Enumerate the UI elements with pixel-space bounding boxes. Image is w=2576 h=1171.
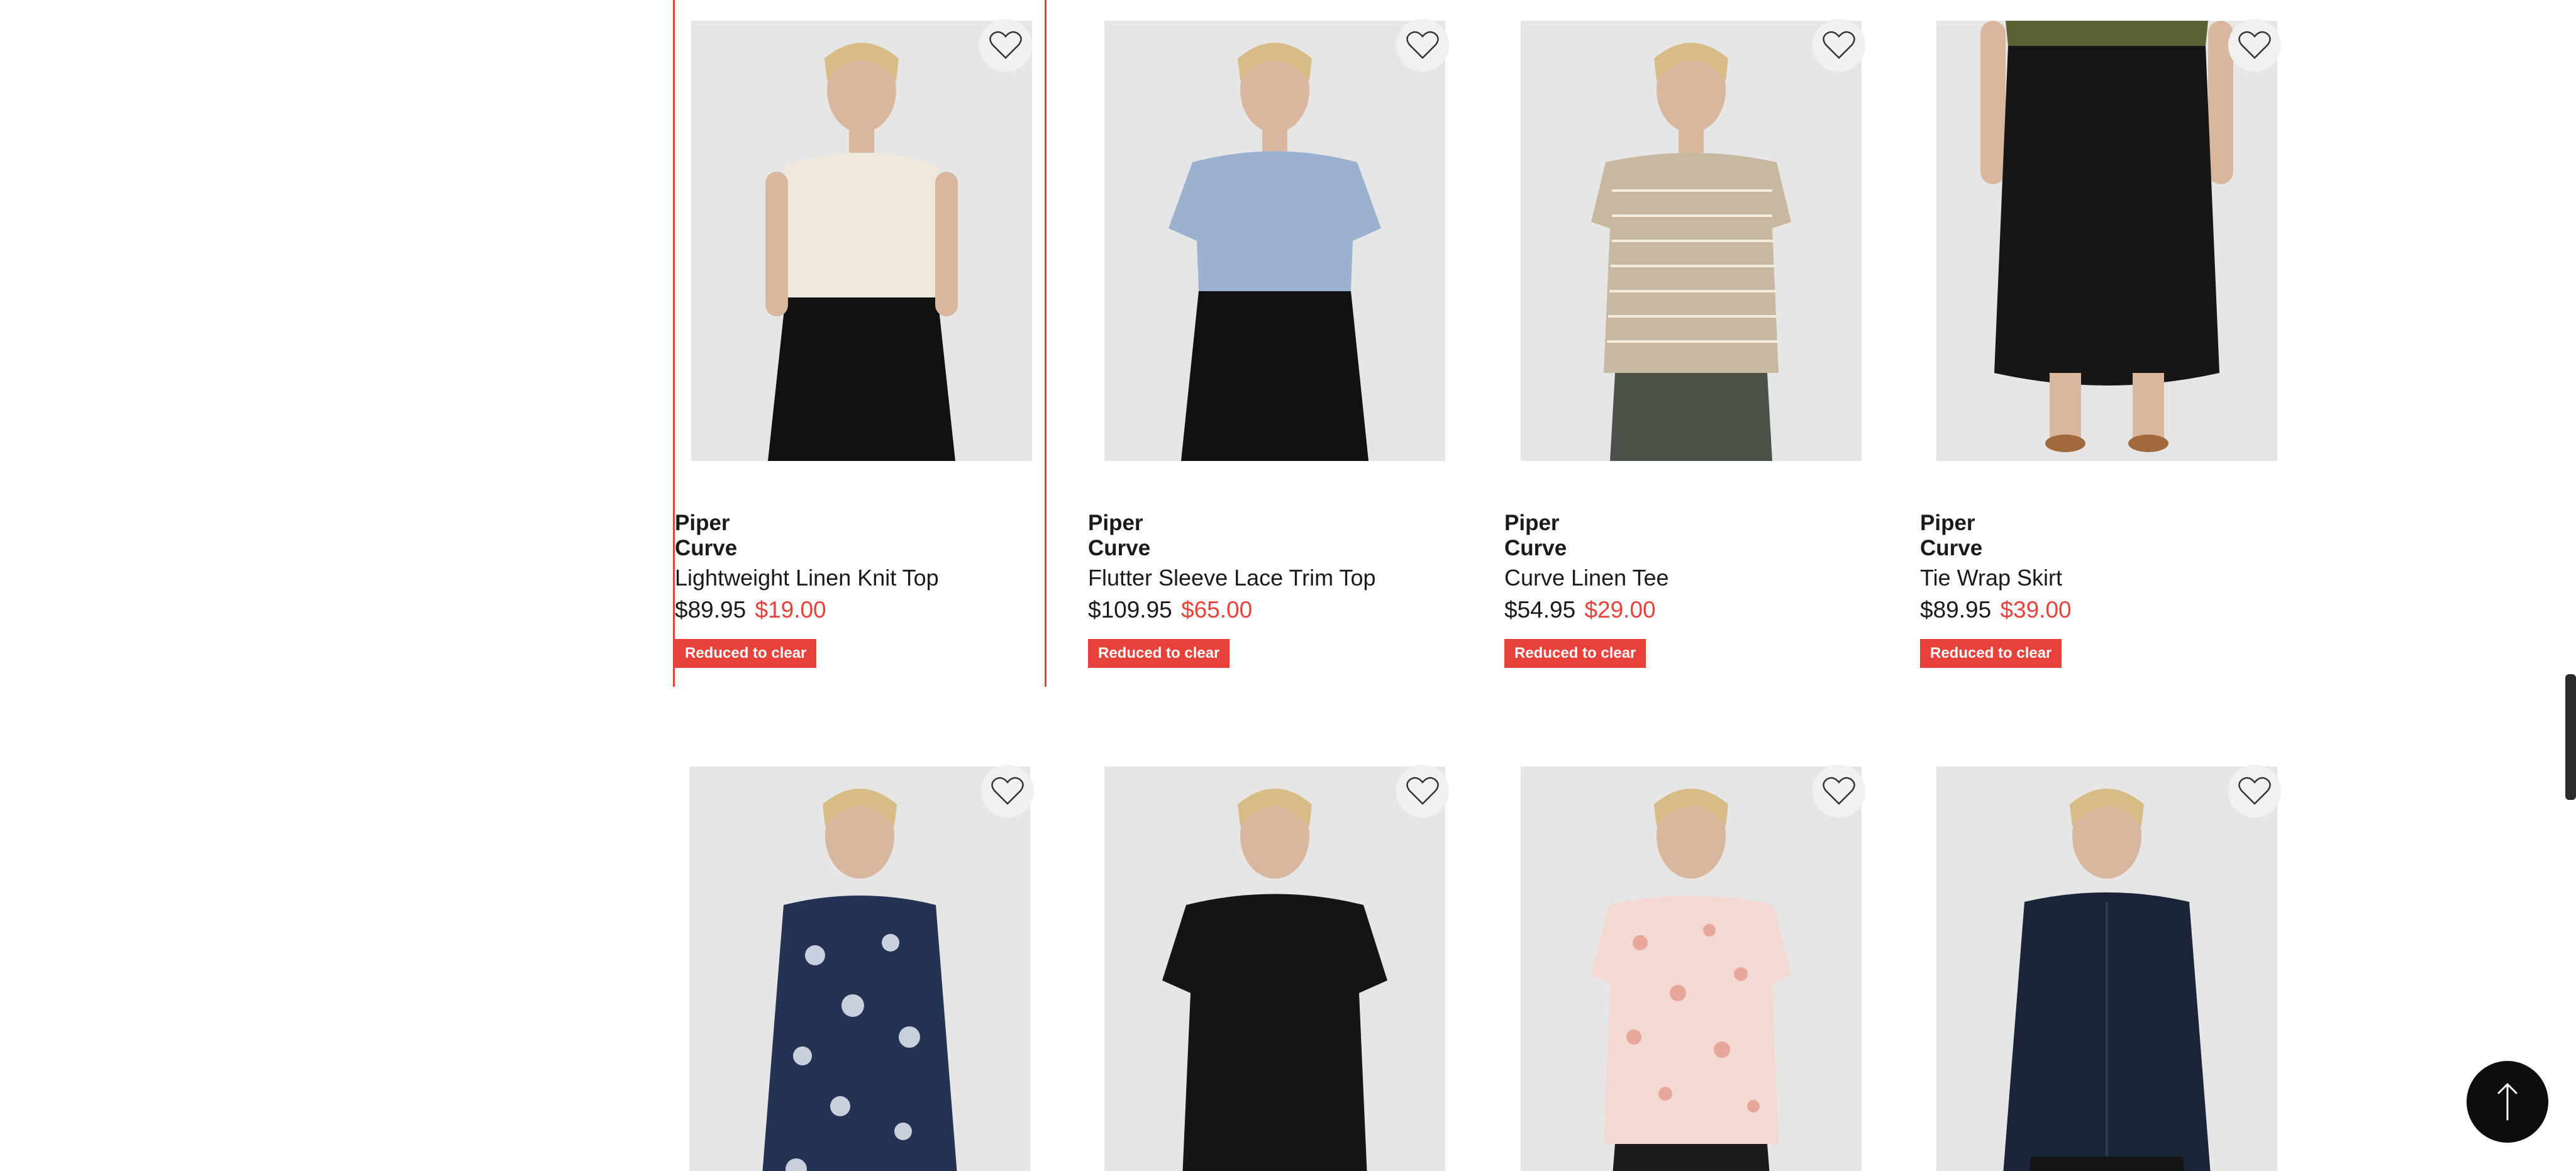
wishlist-heart-icon[interactable] — [1813, 765, 1865, 818]
original-price: $109.95 — [1088, 597, 1172, 623]
reduced-badge: Reduced to clear — [1504, 639, 1646, 668]
product-image[interactable] — [1936, 767, 2277, 1171]
product-grid: Piper Curve Lightweight Linen Knit Top $… — [673, 0, 2333, 1171]
original-price: $54.95 — [1504, 597, 1576, 623]
sale-price: $65.00 — [1181, 597, 1253, 623]
product-image[interactable] — [1521, 767, 1862, 1171]
back-to-top-button[interactable] — [2467, 1061, 2548, 1143]
product-image[interactable] — [1521, 21, 1862, 461]
wishlist-heart-icon[interactable] — [1396, 19, 1449, 72]
product-card[interactable] — [1504, 746, 1878, 1171]
price-row: $89.95 $19.00 — [675, 594, 1048, 626]
product-image[interactable] — [1104, 767, 1445, 1171]
product-card[interactable]: Piper Curve Curve Linen Tee $54.95 $29.0… — [1504, 0, 1878, 687]
wishlist-heart-icon[interactable] — [2228, 765, 2281, 818]
product-card[interactable]: Piper Curve Flutter Sleeve Lace Trim Top… — [1088, 0, 1462, 687]
model-photo — [1104, 767, 1445, 1171]
original-price: $89.95 — [1920, 597, 1992, 623]
wishlist-heart-icon[interactable] — [2228, 19, 2281, 72]
model-photo — [1104, 21, 1445, 461]
wishlist-heart-icon[interactable] — [979, 19, 1032, 72]
brand-name[interactable]: Piper — [1088, 511, 1462, 536]
brand-name[interactable]: Piper — [675, 511, 1048, 536]
product-name[interactable]: Lightweight Linen Knit Top — [675, 562, 1048, 594]
product-image[interactable] — [689, 767, 1030, 1171]
price-row: $109.95 $65.00 — [1088, 594, 1462, 626]
sale-price: $19.00 — [755, 597, 826, 623]
product-info: Piper Curve Curve Linen Tee $54.95 $29.0… — [1504, 511, 1878, 668]
product-card[interactable] — [1088, 746, 1462, 1171]
product-card[interactable]: Piper Curve Lightweight Linen Knit Top $… — [673, 0, 1046, 687]
model-photo — [1936, 21, 2277, 461]
brand-name-line-2[interactable]: Curve — [1088, 536, 1462, 561]
model-photo — [1521, 767, 1862, 1171]
original-price: $89.95 — [675, 597, 747, 623]
product-card[interactable] — [1920, 746, 2294, 1171]
brand-name-line-2[interactable]: Curve — [675, 536, 1048, 561]
reduced-badge: Reduced to clear — [675, 639, 817, 668]
product-image[interactable] — [691, 21, 1032, 461]
product-name[interactable]: Curve Linen Tee — [1504, 562, 1878, 594]
brand-name-line-2[interactable]: Curve — [1504, 536, 1878, 561]
brand-name[interactable]: Piper — [1920, 511, 2294, 536]
product-image[interactable] — [1104, 21, 1445, 461]
model-photo — [1521, 21, 1862, 461]
wishlist-heart-icon[interactable] — [981, 765, 1034, 818]
model-photo — [1936, 767, 2277, 1171]
product-name[interactable]: Tie Wrap Skirt — [1920, 562, 2294, 594]
product-name[interactable]: Flutter Sleeve Lace Trim Top — [1088, 562, 1462, 594]
product-info: Piper Curve Lightweight Linen Knit Top $… — [675, 511, 1048, 668]
arrow-up-icon — [2497, 1083, 2518, 1121]
product-card[interactable] — [673, 746, 1046, 1171]
brand-name[interactable]: Piper — [1504, 511, 1878, 536]
price-row: $89.95 $39.00 — [1920, 594, 2294, 626]
price-row: $54.95 $29.00 — [1504, 594, 1878, 626]
model-photo — [689, 767, 1030, 1171]
sale-price: $39.00 — [2000, 597, 2072, 623]
reduced-badge: Reduced to clear — [1088, 639, 1230, 668]
reduced-badge: Reduced to clear — [1920, 639, 2062, 668]
product-image[interactable] — [1936, 21, 2277, 461]
sale-price: $29.00 — [1584, 597, 1656, 623]
product-info: Piper Curve Tie Wrap Skirt $89.95 $39.00… — [1920, 511, 2294, 668]
product-info: Piper Curve Flutter Sleeve Lace Trim Top… — [1088, 511, 1462, 668]
wishlist-heart-icon[interactable] — [1396, 765, 1449, 818]
brand-name-line-2[interactable]: Curve — [1920, 536, 2294, 561]
model-photo — [691, 21, 1032, 461]
wishlist-heart-icon[interactable] — [1813, 19, 1865, 72]
product-card[interactable]: Piper Curve Tie Wrap Skirt $89.95 $39.00… — [1920, 0, 2294, 687]
scrollbar-thumb[interactable] — [2565, 674, 2576, 800]
